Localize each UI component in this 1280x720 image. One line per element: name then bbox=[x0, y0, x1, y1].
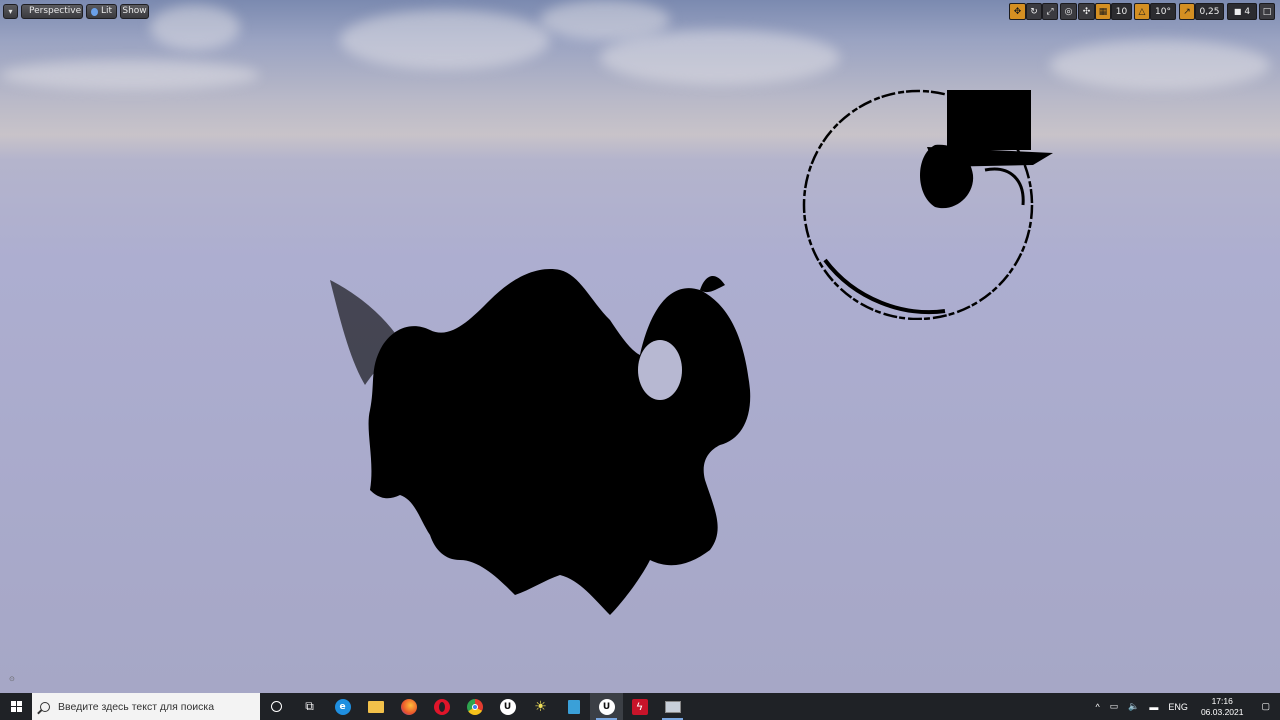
network-icon[interactable]: ▭ bbox=[1105, 701, 1124, 712]
taskbar-app-window[interactable] bbox=[656, 693, 689, 720]
drive-icon[interactable]: ▬ bbox=[1144, 702, 1163, 712]
fur-mesh-object[interactable] bbox=[320, 260, 780, 630]
taskbar-clock[interactable]: 17:16 06.03.2021 bbox=[1193, 696, 1252, 718]
translate-tool-button[interactable]: ✥ bbox=[1009, 3, 1026, 20]
lightbulb-icon: ☀ bbox=[534, 698, 547, 714]
rotate-tool-button[interactable]: ↻ bbox=[1026, 3, 1042, 20]
angle-icon: △ bbox=[1138, 6, 1146, 17]
search-placeholder: Введите здесь текст для поиска bbox=[58, 700, 215, 713]
maximize-viewport-button[interactable]: □ bbox=[1259, 3, 1275, 20]
calculator-icon bbox=[567, 699, 580, 714]
rotate-icon: ↻ bbox=[1030, 6, 1038, 17]
level-viewport[interactable]: ▾ Perspective Lit Show ✥ ↻ ⤢ ◎ ✣ ▦ 10 △ … bbox=[0, 0, 1280, 693]
taskbar-app-calculator[interactable] bbox=[557, 693, 590, 720]
taskbar-app-unreal-editor[interactable]: U bbox=[590, 693, 623, 720]
globe-icon: ◎ bbox=[1064, 6, 1073, 17]
taskbar-app-opera[interactable] bbox=[425, 693, 458, 720]
scale-tool-button[interactable]: ⤢ bbox=[1042, 3, 1058, 20]
windows-taskbar: Введите здесь текст для поиска ⧉ e U ☀ U… bbox=[0, 693, 1280, 720]
folder-icon bbox=[367, 700, 384, 713]
viewport-corner-axis-icon: ⊙ bbox=[9, 676, 15, 683]
sky-cloud bbox=[600, 30, 840, 85]
grid-snap-value[interactable]: 10 bbox=[1111, 3, 1132, 20]
sphere-hat-object[interactable] bbox=[795, 85, 1065, 320]
taskbar-app-explorer[interactable] bbox=[359, 693, 392, 720]
language-indicator[interactable]: ENG bbox=[1163, 702, 1193, 712]
viewport-options-button[interactable]: ▾ bbox=[3, 4, 18, 19]
sky-cloud bbox=[1050, 40, 1270, 90]
grid-icon: ▦ bbox=[1098, 6, 1108, 17]
surface-snap-icon: ✣ bbox=[1082, 6, 1091, 17]
taskbar-app-firefox[interactable] bbox=[392, 693, 425, 720]
unreal-logo-icon: U bbox=[499, 698, 516, 715]
clock-time: 17:16 bbox=[1211, 695, 1233, 706]
task-view-icon: ⧉ bbox=[305, 699, 314, 713]
sky-cloud bbox=[340, 10, 550, 70]
sky-cloud bbox=[150, 5, 240, 50]
firefox-icon bbox=[400, 698, 417, 715]
view-mode-button[interactable]: Lit bbox=[86, 4, 117, 19]
windows-logo-icon bbox=[10, 701, 22, 712]
camera-speed-button[interactable]: ■ 4 bbox=[1227, 3, 1257, 20]
perspective-label: Perspective bbox=[29, 6, 82, 16]
scale-arrow-icon: ↗ bbox=[1183, 6, 1191, 17]
lightning-icon: ϟ bbox=[631, 698, 648, 715]
start-button[interactable] bbox=[0, 693, 32, 720]
notifications-icon[interactable]: ▢ bbox=[1251, 701, 1280, 712]
volume-icon[interactable]: 🔈 bbox=[1123, 701, 1144, 712]
rotation-snap-value[interactable]: 10° bbox=[1150, 3, 1176, 20]
window-preview-icon bbox=[664, 700, 681, 713]
system-tray: ^ ▭ 🔈 ▬ ENG 17:16 06.03.2021 ▢ bbox=[1090, 693, 1280, 720]
scale-snap-value[interactable]: 0,25 bbox=[1195, 3, 1224, 20]
taskbar-app-red-tool[interactable]: ϟ bbox=[623, 693, 656, 720]
cortana-button[interactable] bbox=[260, 693, 293, 720]
coordinate-system-button[interactable]: ◎ bbox=[1060, 3, 1077, 20]
edge-icon: e bbox=[334, 698, 351, 715]
scale-icon: ⤢ bbox=[1046, 6, 1054, 17]
chevron-down-icon: ▾ bbox=[8, 7, 13, 16]
cortana-circle-icon bbox=[271, 701, 282, 712]
sky-cloud bbox=[0, 60, 260, 90]
taskbar-search-box[interactable]: Введите здесь текст для поиска bbox=[32, 693, 260, 720]
grid-snap-toggle[interactable]: ▦ bbox=[1095, 3, 1111, 20]
surface-snap-button[interactable]: ✣ bbox=[1078, 3, 1095, 20]
show-button[interactable]: Show bbox=[120, 4, 149, 19]
clock-date: 06.03.2021 bbox=[1200, 706, 1244, 717]
perspective-button[interactable]: Perspective bbox=[21, 4, 83, 19]
maximize-icon: □ bbox=[1262, 6, 1272, 17]
camera-icon: ■ bbox=[1233, 7, 1242, 16]
lit-sphere-icon bbox=[91, 7, 98, 16]
move-icon: ✥ bbox=[1013, 6, 1022, 17]
tray-overflow-chevron-icon[interactable]: ^ bbox=[1090, 702, 1104, 712]
rotation-snap-toggle[interactable]: △ bbox=[1134, 3, 1150, 20]
task-view-button[interactable]: ⧉ bbox=[293, 693, 326, 720]
opera-icon bbox=[433, 698, 450, 715]
taskbar-app-lightbulb[interactable]: ☀ bbox=[524, 693, 557, 720]
taskbar-app-chrome[interactable] bbox=[458, 693, 491, 720]
taskbar-app-edge[interactable]: e bbox=[326, 693, 359, 720]
lit-label: Lit bbox=[100, 6, 112, 16]
taskbar-app-epic-launcher[interactable]: U bbox=[491, 693, 524, 720]
scale-snap-toggle[interactable]: ↗ bbox=[1179, 3, 1195, 20]
show-label: Show bbox=[122, 6, 147, 16]
chrome-icon bbox=[466, 698, 483, 715]
unreal-editor-icon: U bbox=[598, 698, 615, 715]
search-icon bbox=[40, 701, 50, 712]
